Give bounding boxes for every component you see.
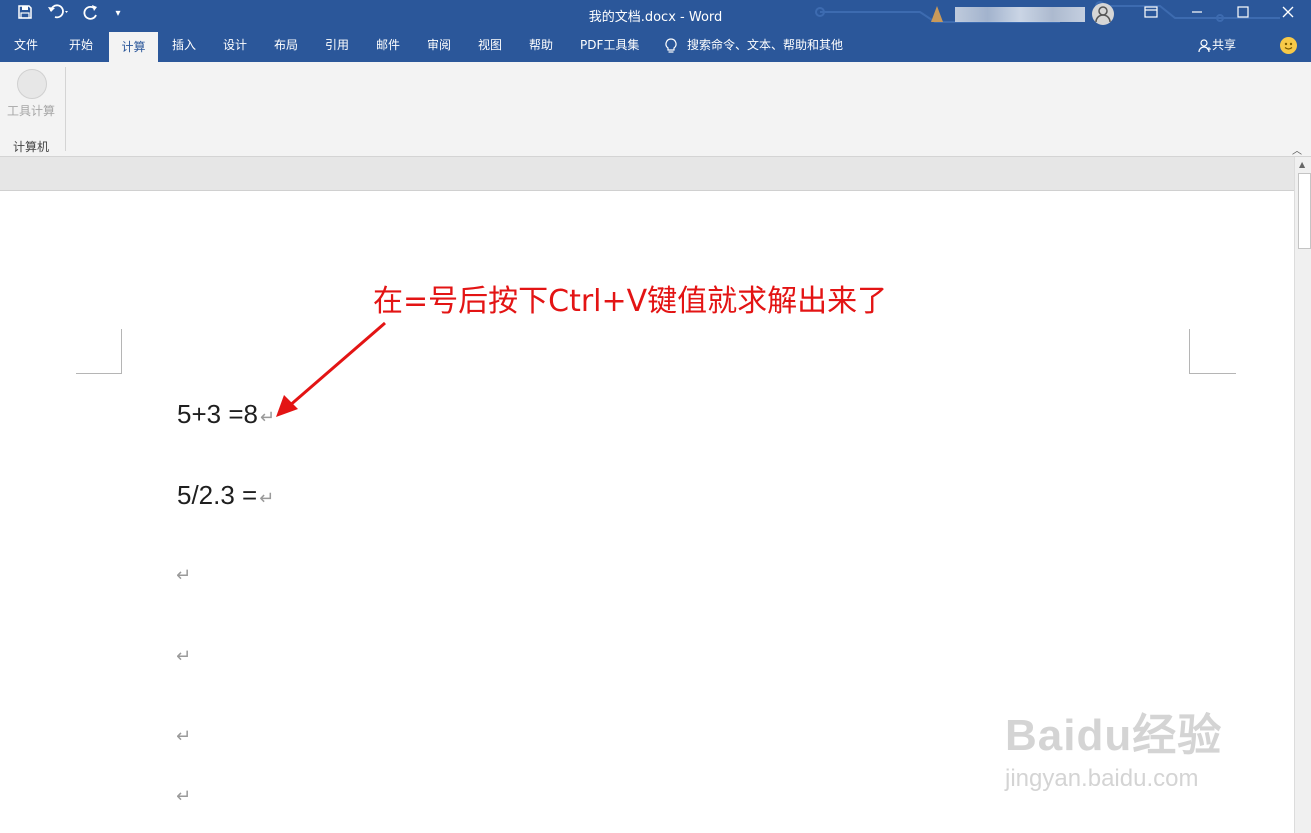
account-name[interactable] (955, 7, 1085, 22)
tab-home[interactable]: 开始 (69, 29, 93, 62)
document-line-2[interactable]: 5/2.3 = ↵ (177, 480, 274, 511)
annotation-arrow (276, 321, 386, 417)
scroll-thumb[interactable] (1298, 173, 1311, 249)
annotation-text: 在=号后按下Ctrl+V键值就求解出来了 (373, 284, 888, 319)
empty-paragraph-mark: ↵ (176, 726, 192, 747)
baidu-jingyan-watermark: Baidu经验 jingyan.baidu.com (1005, 699, 1222, 793)
close-icon[interactable] (1265, 0, 1311, 29)
person-icon (1198, 38, 1211, 52)
lightbulb-icon (665, 37, 677, 53)
tab-insert[interactable]: 插入 (172, 29, 196, 62)
tab-references[interactable]: 引用 (325, 29, 349, 62)
collapse-ribbon-icon[interactable]: ︿ (1292, 142, 1302, 157)
tool-calculate-icon[interactable] (17, 69, 47, 99)
watermark-logo: Baidu经验 (1005, 711, 1223, 760)
empty-paragraph-mark: ↵ (176, 786, 192, 807)
tab-pdf-tools[interactable]: PDF工具集 (580, 29, 639, 62)
ribbon-group-label: 计算机 (13, 140, 50, 154)
ribbon-tab-bar: 文件 开始 计算 插入 设计 布局 引用 邮件 审阅 视图 帮助 PDF工具集 … (0, 29, 1311, 62)
ribbon-group-separator (65, 67, 66, 151)
crop-mark-top-left (76, 329, 122, 374)
paragraph-mark: ↵ (259, 488, 275, 508)
tab-help[interactable]: 帮助 (529, 29, 553, 62)
tell-me-text: 搜索命令、文本、帮助和其他 (687, 38, 844, 52)
tab-mailings[interactable]: 邮件 (376, 29, 400, 62)
window-title: 我的文档.docx - Word (588, 10, 723, 25)
empty-paragraph-mark: ↵ (176, 565, 192, 586)
vertical-scrollbar[interactable]: ▲ (1294, 157, 1311, 833)
watermark-url: jingyan.baidu.com (1005, 765, 1199, 792)
share-button[interactable]: 共享 (1198, 29, 1236, 62)
avatar[interactable] (1092, 3, 1114, 25)
minimize-icon[interactable] (1174, 0, 1220, 29)
ribbon-panel: 工具计算 计算机 ︿ (0, 62, 1311, 157)
tab-design[interactable]: 设计 (223, 29, 247, 62)
tab-view[interactable]: 视图 (478, 29, 502, 62)
tool-calculate-button-label[interactable]: 工具计算 (7, 102, 55, 119)
tab-layout[interactable]: 布局 (274, 29, 298, 62)
ruler-area (0, 157, 1294, 191)
line-2-text: 5/2.3 = (177, 480, 258, 510)
tab-calculate[interactable]: 计算 (109, 32, 158, 62)
empty-paragraph-mark: ↵ (176, 646, 192, 667)
paragraph-mark: ↵ (259, 407, 276, 427)
document-page[interactable]: 在=号后按下Ctrl+V键值就求解出来了 5+3 =8 ↵ 5/2.3 = ↵ ↵ … (0, 191, 1294, 833)
maximize-icon[interactable] (1220, 0, 1266, 29)
ribbon-display-icon[interactable] (1128, 0, 1174, 29)
line-1-text: 5+3 =8 (177, 399, 258, 429)
tab-file[interactable]: 文件 (14, 29, 38, 62)
share-label: 共享 (1212, 38, 1237, 52)
document-line-1[interactable]: 5+3 =8 ↵ (177, 399, 275, 430)
scroll-up-icon[interactable]: ▲ (1299, 160, 1305, 169)
crop-mark-top-right (1189, 329, 1236, 374)
warning-icon (931, 6, 943, 22)
title-bar: ▾ 我的文档.docx - Word (0, 0, 1311, 29)
tab-review[interactable]: 审阅 (427, 29, 451, 62)
feedback-smiley-icon[interactable] (1280, 37, 1297, 54)
tell-me-search[interactable]: 搜索命令、文本、帮助和其他 (665, 29, 843, 62)
